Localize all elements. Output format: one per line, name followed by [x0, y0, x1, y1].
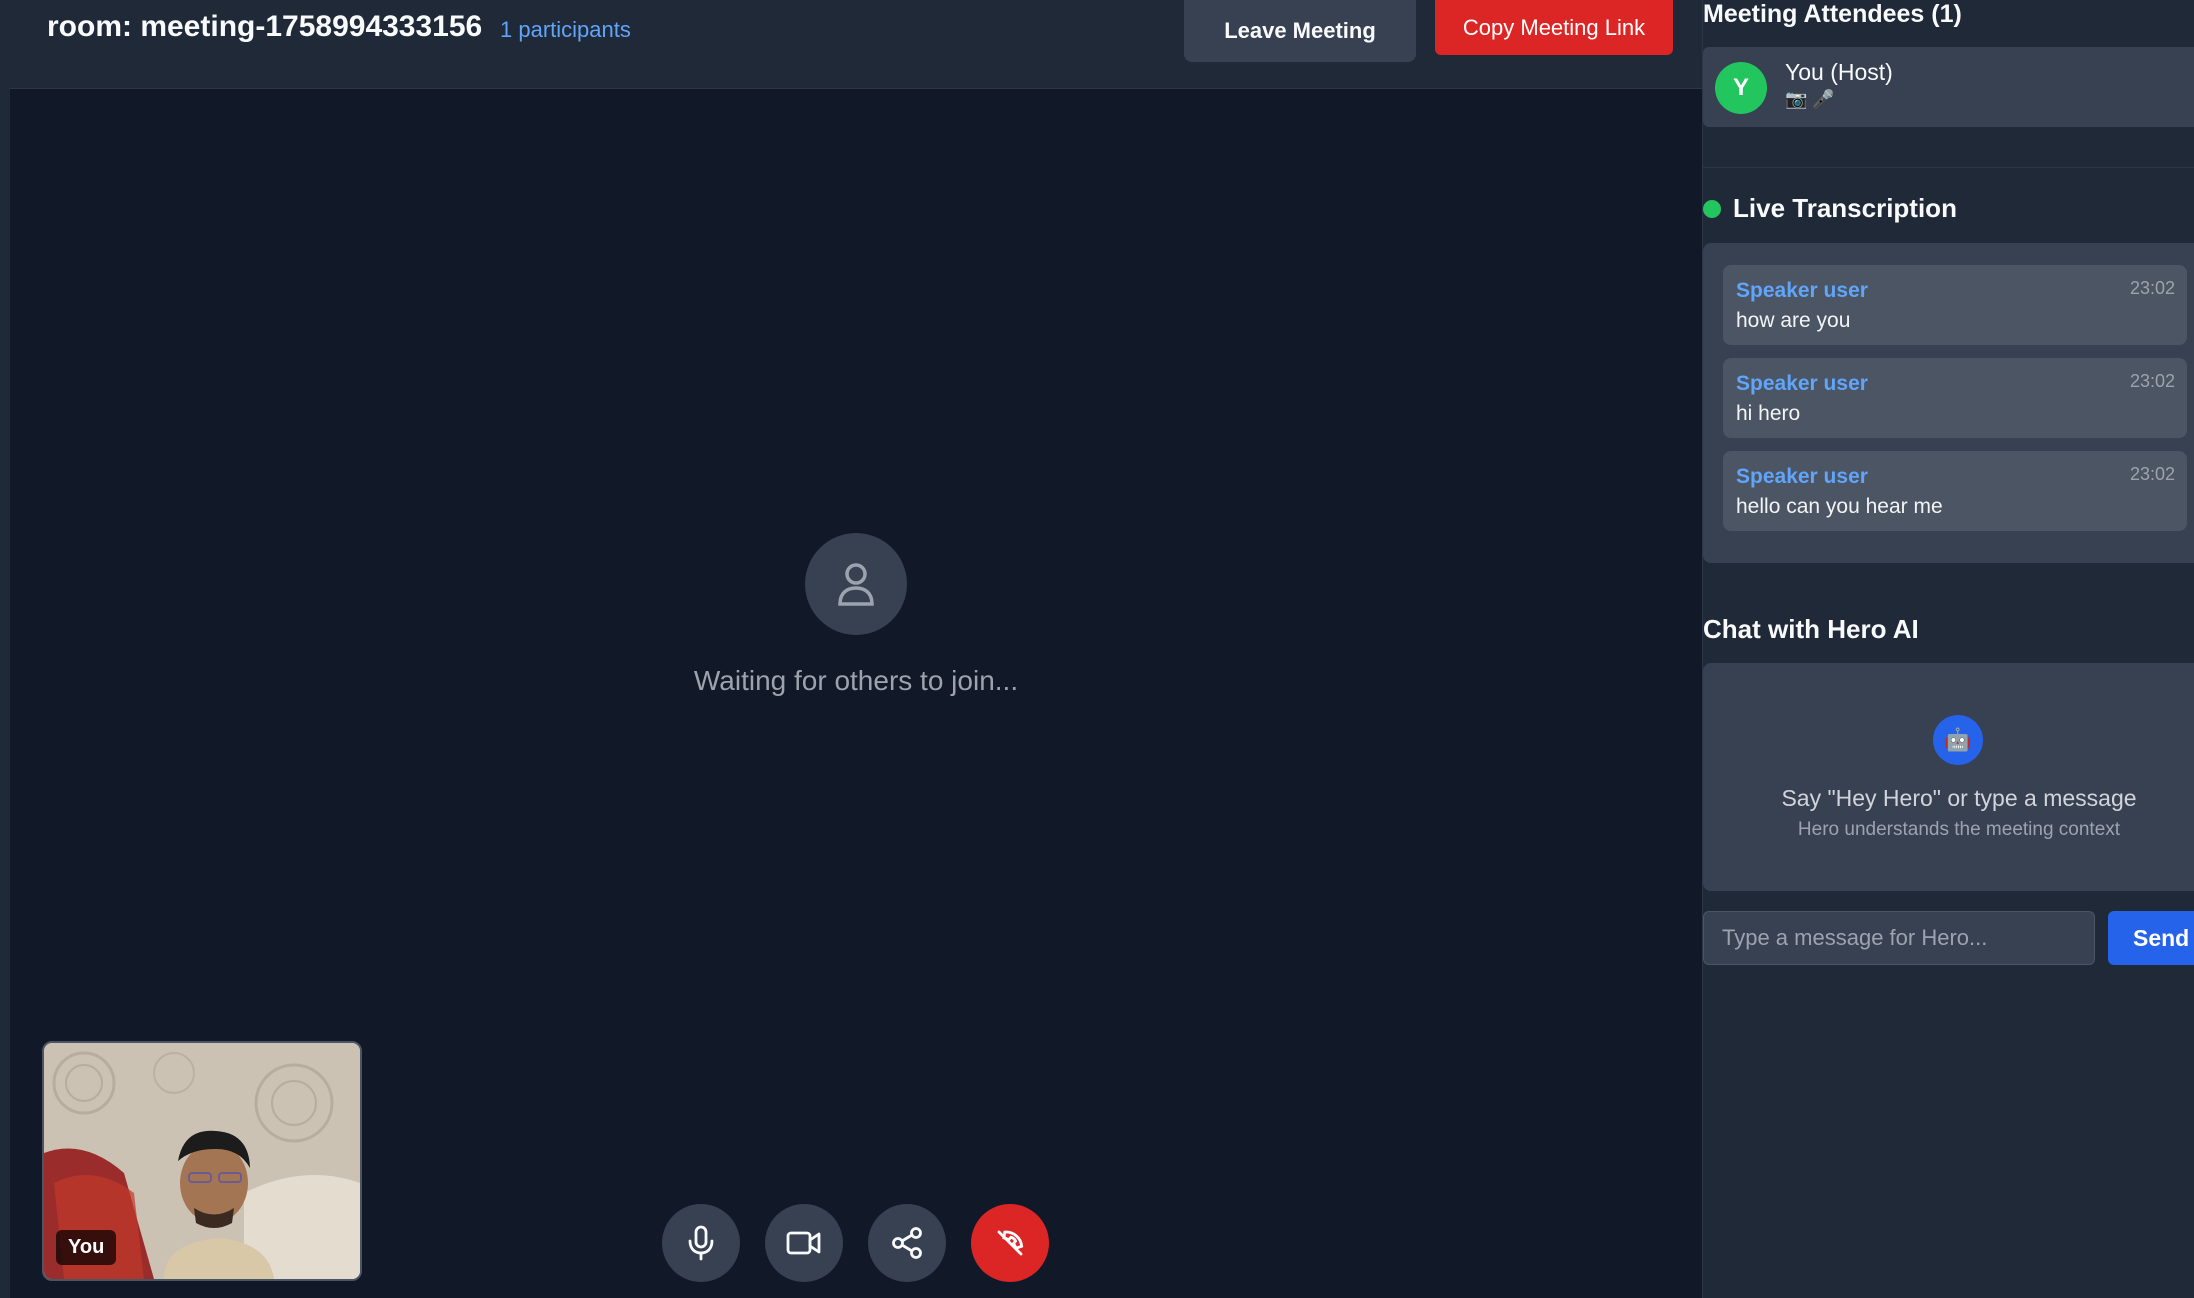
transcript-text: how are you: [1736, 309, 1851, 332]
live-indicator-icon: [1703, 199, 1721, 218]
share-button[interactable]: [868, 1204, 946, 1282]
attendee-name: You (Host): [1785, 59, 1893, 85]
waiting-message: Waiting for others to join...: [693, 665, 1019, 696]
copy-meeting-link-button[interactable]: Copy Meeting Link: [1435, 0, 1673, 55]
chat-title: Chat with Hero AI: [1703, 614, 1919, 644]
transcript-text: hello can you hear me: [1736, 495, 1943, 518]
chat-messages-area: 🤖 Say "Hey Hero" or type a message Hero …: [1703, 663, 2194, 891]
mute-button[interactable]: [662, 1204, 740, 1282]
live-transcription-header: Live Transcription: [1703, 193, 1957, 224]
room-title: room: meeting-1758994333156: [47, 10, 483, 43]
participant-count[interactable]: 1 participants: [500, 17, 631, 43]
end-call-icon: [997, 1230, 1024, 1256]
send-button[interactable]: Send: [2108, 911, 2194, 965]
meeting-main-area: room: meeting-1758994333156 1 participan…: [10, 0, 1702, 1298]
leave-meeting-button[interactable]: Leave Meeting: [1184, 0, 1416, 62]
end-call-button[interactable]: [971, 1204, 1049, 1282]
transcript-speaker: Speaker user: [1736, 279, 1868, 302]
meeting-header: room: meeting-1758994333156 1 participan…: [10, 0, 1702, 89]
call-controls: [662, 1204, 1049, 1282]
transcript-time: 23:02: [2129, 464, 2175, 484]
section-divider: [1703, 167, 2194, 168]
chat-message-input[interactable]: [1703, 911, 2095, 965]
transcript-entry: Speaker user 23:02 how are you: [1723, 265, 2187, 345]
attendee-status-icons: 📷 🎤: [1785, 89, 1835, 109]
live-transcription-title: Live Transcription: [1733, 193, 1957, 223]
waiting-placeholder: Waiting for others to join...: [10, 533, 1702, 697]
attendees-title: Meeting Attendees (1): [1703, 0, 1962, 28]
share-icon: [892, 1227, 922, 1259]
chat-hint: Say "Hey Hero" or type a message: [1781, 785, 2137, 811]
transcript-entry: Speaker user 23:02 hello can you hear me: [1723, 451, 2187, 531]
microphone-icon: [688, 1225, 714, 1261]
transcript-list[interactable]: Speaker user 23:02 how are you Speaker u…: [1703, 243, 2194, 563]
transcript-text: hi hero: [1736, 402, 1801, 425]
user-placeholder-icon: [805, 533, 907, 635]
attendee-item[interactable]: Y You (Host) 📷 🎤: [1703, 47, 2194, 127]
transcript-time: 23:02: [2129, 278, 2175, 298]
self-name-label: You: [56, 1230, 117, 1265]
meeting-sidebar: Meeting Attendees (1) Y You (Host) 📷 🎤 L…: [1702, 0, 2194, 1298]
left-edge-strip: [0, 0, 10, 1298]
video-camera-icon: [786, 1231, 821, 1255]
self-video-tile[interactable]: You: [42, 1041, 362, 1281]
robot-icon: 🤖: [1933, 715, 1983, 765]
transcript-speaker: Speaker user: [1736, 372, 1868, 395]
camera-toggle-button[interactable]: [765, 1204, 843, 1282]
avatar: Y: [1715, 62, 1767, 114]
transcript-speaker: Speaker user: [1736, 465, 1868, 488]
chat-subtext: Hero understands the meeting context: [1797, 819, 2121, 840]
transcript-entry: Speaker user 23:02 hi hero: [1723, 358, 2187, 438]
transcript-time: 23:02: [2129, 371, 2175, 391]
